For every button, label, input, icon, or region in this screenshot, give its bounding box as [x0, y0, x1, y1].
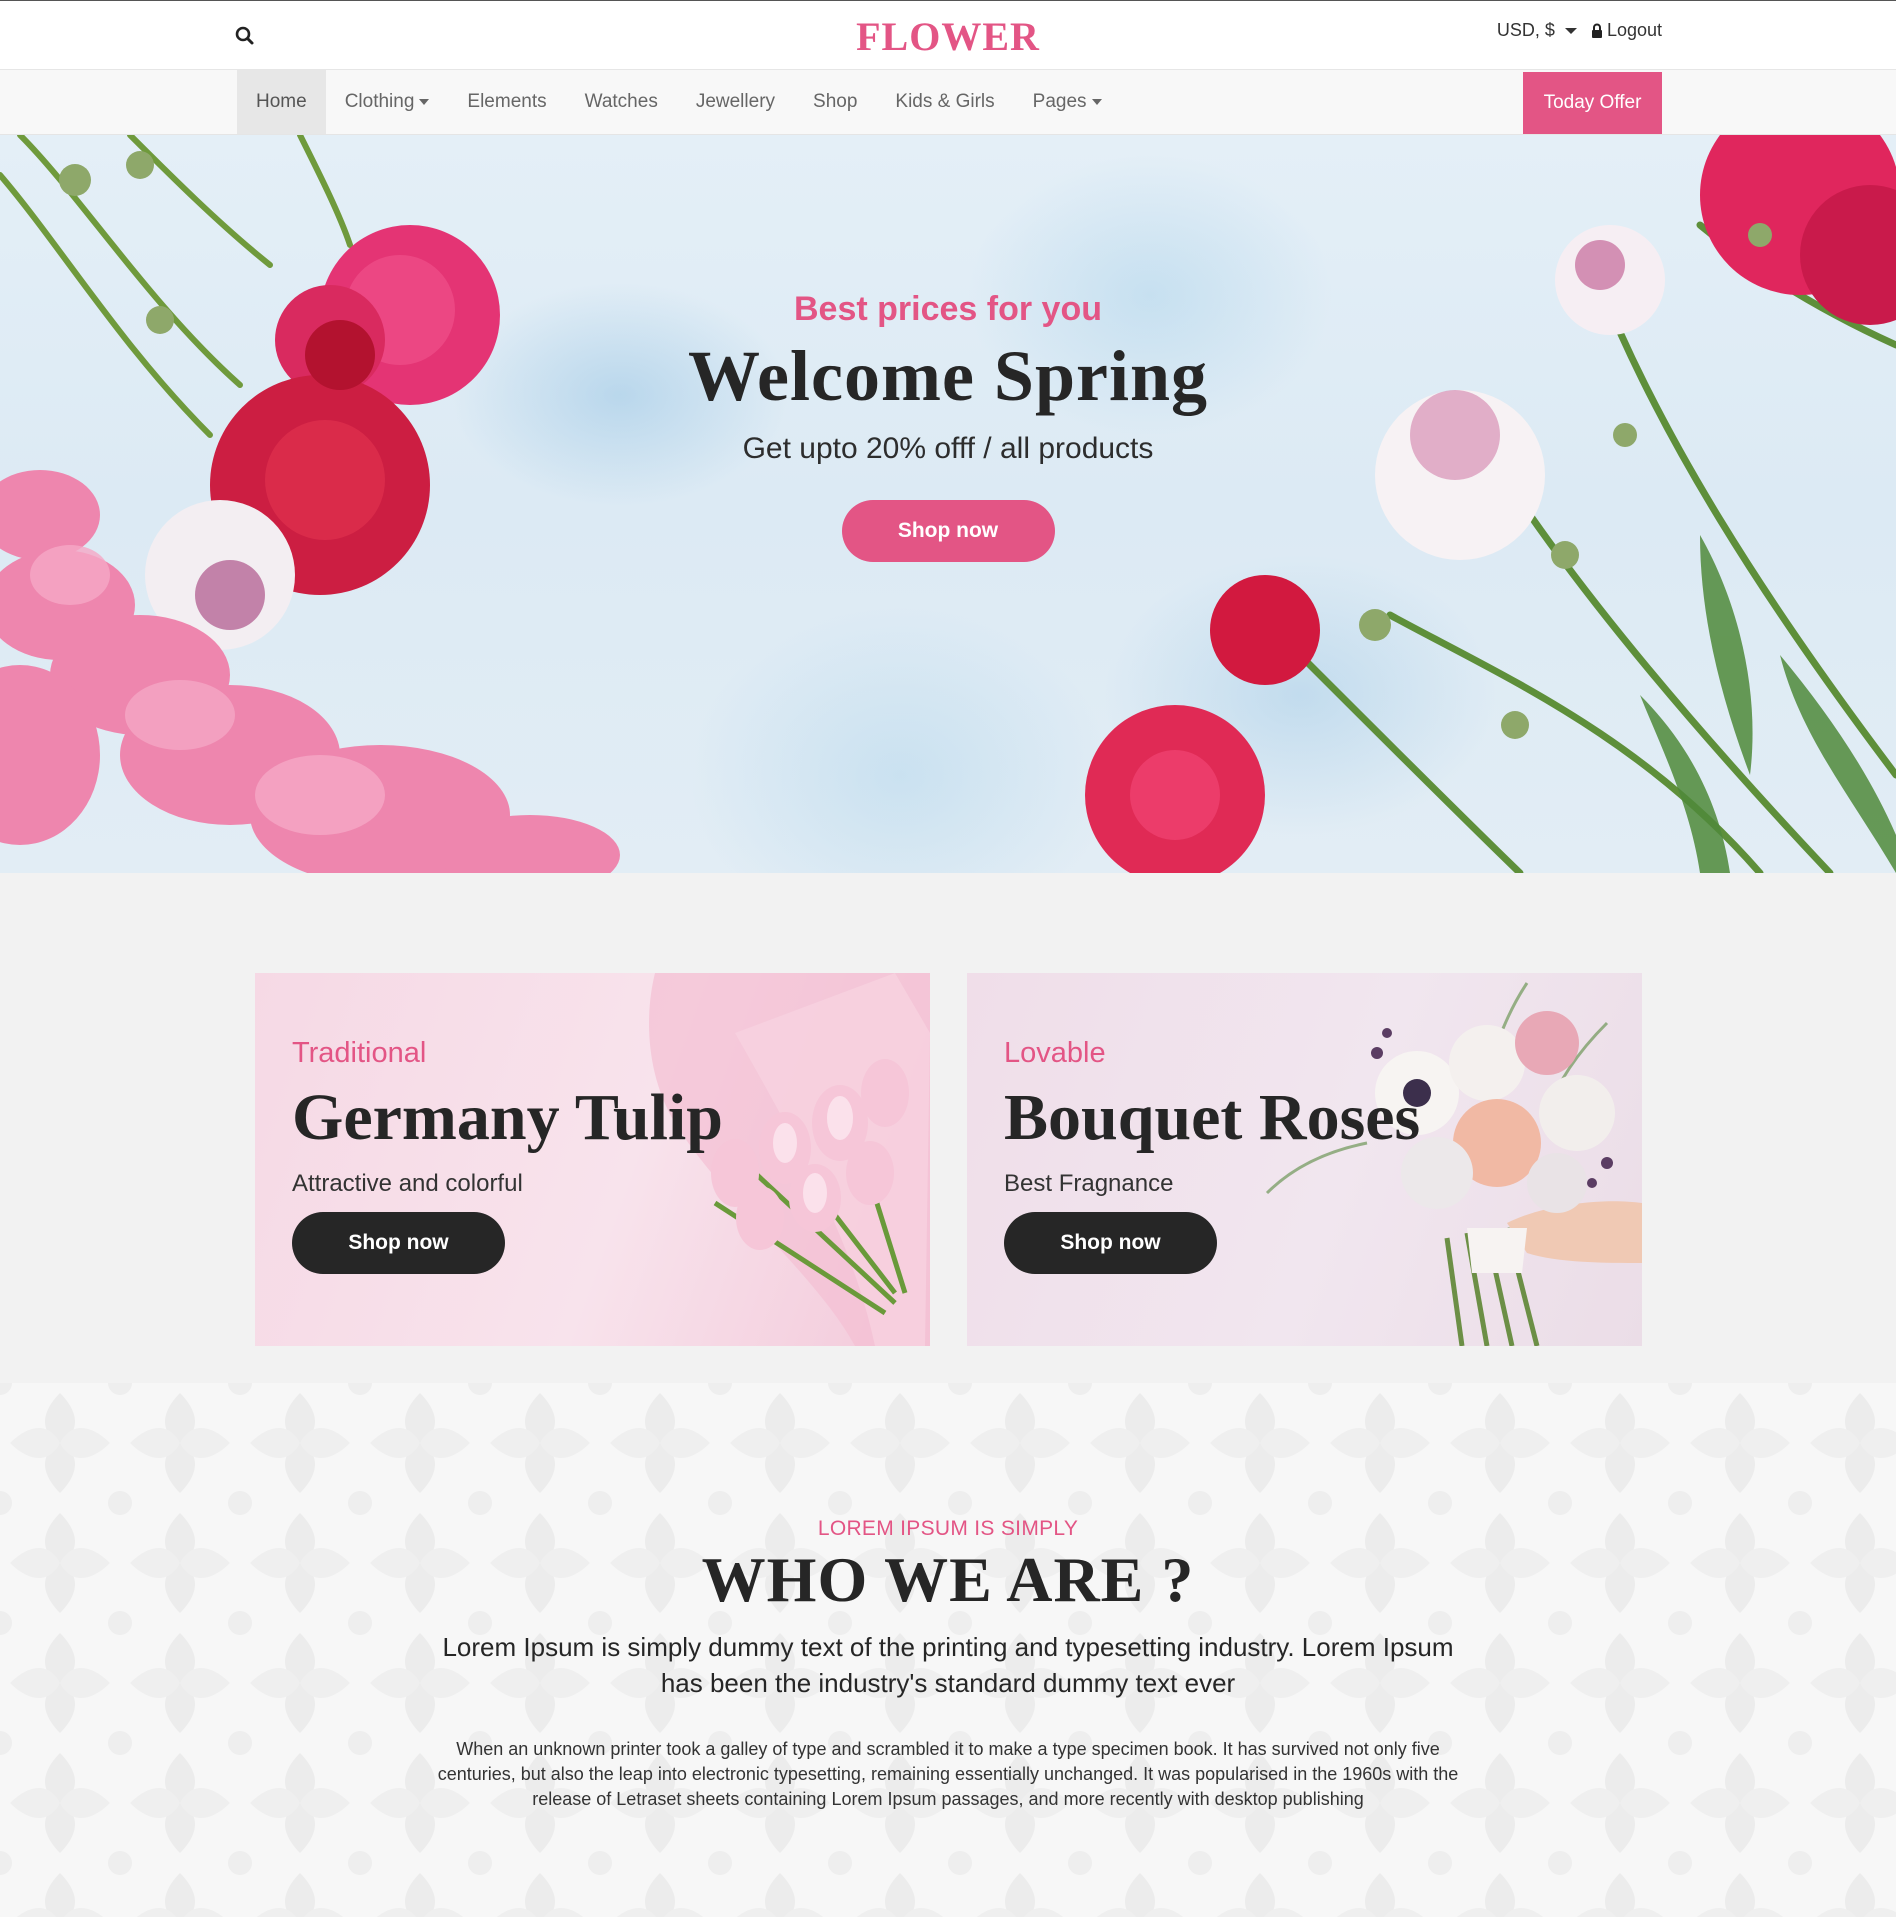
promo-text: Lovable Bouquet Roses Best Fragnance Sho… — [1004, 1037, 1420, 1274]
caret-down-icon — [1091, 99, 1102, 105]
about-kicker: LOREM IPSUM IS SIMPLY — [817, 1517, 1079, 1540]
logout-link[interactable]: Logout — [1591, 20, 1662, 41]
lock-icon — [1591, 23, 1602, 38]
hero-title: Welcome Spring — [688, 336, 1208, 416]
hero-shop-now-button[interactable]: Shop now — [841, 500, 1055, 562]
promo-text: Traditional Germany Tulip Attractive and… — [292, 1037, 723, 1274]
nav-menu: Home Clothing Elements Watches Jewellery… — [237, 70, 1121, 134]
promo-title: Bouquet Roses — [1004, 1081, 1421, 1154]
nav-item-label: Watches — [584, 91, 658, 112]
promo-shop-now-button[interactable]: Shop now — [1004, 1212, 1217, 1274]
about-lead-text: Lorem Ipsum is simply dummy text of the … — [442, 1632, 1454, 1698]
promo-card-roses: Lovable Bouquet Roses Best Fragnance Sho… — [967, 973, 1642, 1346]
nav-item-elements[interactable]: Elements — [448, 70, 565, 134]
top-header: FLOWER USD, $ Logout — [0, 0, 1896, 70]
hero-kicker: Best prices for you — [794, 290, 1102, 328]
main-navbar: Home Clothing Elements Watches Jewellery… — [0, 70, 1896, 135]
nav-item-home[interactable]: Home — [237, 70, 326, 134]
promo-subtitle: Attractive and colorful — [292, 1170, 523, 1197]
about-content: LOREM IPSUM IS SIMPLY WHO WE ARE ? Lorem… — [0, 1517, 1896, 1812]
nav-item-pages[interactable]: Pages — [1014, 70, 1121, 134]
nav-item-label: Shop — [813, 91, 858, 112]
hero-content: Best prices for you Welcome Spring Get u… — [0, 290, 1896, 562]
chevron-down-icon — [1564, 27, 1577, 34]
nav-item-label: Pages — [1032, 91, 1087, 112]
nav-item-label: Kids & Girls — [895, 91, 995, 112]
promo-title: Germany Tulip — [292, 1081, 723, 1154]
hero-banner: Best prices for you Welcome Spring Get u… — [0, 135, 1896, 873]
nav-item-watches[interactable]: Watches — [566, 70, 677, 134]
nav-item-label: Elements — [467, 91, 547, 112]
logout-label: Logout — [1606, 20, 1662, 40]
promo-kicker: Traditional — [292, 1037, 427, 1069]
nav-item-label: Home — [256, 91, 307, 112]
today-offer-button[interactable]: Today Offer — [1523, 72, 1662, 134]
about-section: LOREM IPSUM IS SIMPLY WHO WE ARE ? Lorem… — [0, 1383, 1896, 1917]
nav-item-shop[interactable]: Shop — [794, 70, 876, 134]
currency-label: USD, $ — [1496, 20, 1555, 40]
promo-kicker: Lovable — [1004, 1037, 1106, 1069]
nav-item-label: Jewellery — [695, 91, 776, 112]
nav-item-clothing[interactable]: Clothing — [326, 70, 449, 134]
logo-text: FLOWER — [856, 14, 1040, 59]
hero-subtitle: Get upto 20% offf / all products — [742, 432, 1154, 465]
nav-item-label: Clothing — [344, 91, 415, 112]
promo-card-tulip: Traditional Germany Tulip Attractive and… — [255, 973, 930, 1346]
promo-subtitle: Best Fragnance — [1004, 1170, 1174, 1197]
currency-selector[interactable]: USD, $ — [1497, 20, 1577, 41]
about-body-text: When an unknown printer took a galley of… — [437, 1739, 1459, 1809]
nav-item-kids-girls[interactable]: Kids & Girls — [876, 70, 1013, 134]
about-title: WHO WE ARE ? — [701, 1544, 1195, 1615]
caret-down-icon — [419, 99, 430, 105]
header-actions: USD, $ Logout — [1497, 20, 1662, 41]
promo-shop-now-button[interactable]: Shop now — [292, 1212, 505, 1274]
nav-item-jewellery[interactable]: Jewellery — [677, 70, 794, 134]
